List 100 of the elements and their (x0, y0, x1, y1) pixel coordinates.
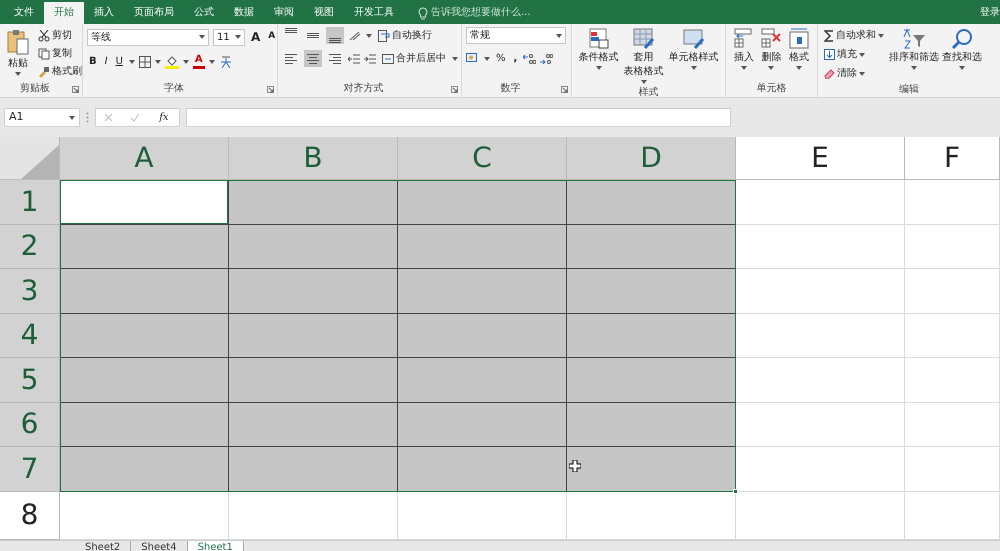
menu-tab[interactable]: 开始 (44, 2, 84, 24)
column-header[interactable]: C (398, 137, 567, 180)
row-header[interactable]: 6 (0, 402, 60, 447)
bold-button[interactable]: B (87, 53, 99, 70)
merge-center-button[interactable]: 合并后居中 (380, 50, 448, 67)
caret-icon[interactable] (911, 66, 917, 70)
percent-button[interactable]: % (494, 50, 508, 67)
currency-icon[interactable] (466, 52, 480, 64)
dialog-launcher-icon[interactable] (451, 86, 458, 93)
center-align-button[interactable] (304, 50, 322, 67)
table-cell[interactable] (398, 358, 567, 402)
caret-icon[interactable] (796, 66, 802, 70)
caret-icon[interactable] (740, 66, 747, 70)
table-cell[interactable] (398, 447, 567, 492)
sheet-tab[interactable]: Sheet2 (75, 540, 132, 550)
table-cell[interactable] (229, 358, 398, 402)
row-header[interactable]: 8 (0, 492, 60, 540)
table-cell[interactable] (229, 224, 398, 269)
table-style-button[interactable]: 套用 表格格式 (622, 27, 666, 85)
table-cell[interactable] (229, 447, 398, 492)
font-name-dropdown[interactable]: 等线 (87, 28, 209, 46)
caret-icon[interactable] (154, 60, 161, 64)
font-size-dropdown[interactable]: 11 (213, 28, 245, 46)
autosum-button[interactable]: 自动求和 (822, 27, 886, 44)
menu-tab[interactable]: 视图 (304, 2, 344, 24)
column-header[interactable]: E (736, 137, 905, 180)
row-header[interactable]: 2 (0, 224, 60, 269)
underline-button[interactable]: U (114, 53, 125, 70)
caret-icon[interactable] (959, 66, 965, 70)
increase-indent-icon[interactable] (364, 52, 376, 64)
caret-icon[interactable] (452, 56, 458, 60)
dialog-launcher-icon[interactable] (561, 86, 568, 93)
comma-button[interactable]: , (512, 50, 520, 67)
number-format-dropdown[interactable]: 常规 (466, 27, 566, 44)
table-cell[interactable] (60, 447, 229, 492)
table-cell[interactable] (229, 402, 398, 447)
conditional-style-button[interactable]: 条件格式 (576, 27, 620, 85)
italic-button[interactable]: I (102, 53, 110, 70)
sort-filter-button[interactable]: 排序和筛选 (887, 27, 941, 82)
phonetic-guide-icon[interactable] (218, 54, 233, 68)
table-cell[interactable] (60, 314, 229, 358)
fill-button[interactable]: 填充 (822, 46, 886, 63)
table-cell[interactable] (398, 314, 567, 358)
column-header[interactable]: D (567, 137, 736, 180)
menu-tab[interactable]: 页面布局 (124, 2, 184, 24)
column-header[interactable]: F (905, 137, 1000, 180)
cellstyle-style-button[interactable]: 单元格样式 (666, 27, 720, 85)
borders-icon[interactable] (138, 56, 151, 68)
find-select-button[interactable]: 查找和选 (942, 27, 982, 82)
orientation-icon[interactable] (348, 30, 362, 42)
formula-input[interactable] (186, 108, 731, 127)
table-cell[interactable] (567, 314, 736, 358)
format-painter-button[interactable]: 格式刷 (36, 63, 84, 80)
table-cell[interactable] (398, 180, 567, 224)
caret-icon[interactable] (208, 60, 215, 64)
font-color-button[interactable]: A (192, 54, 205, 69)
row-header[interactable]: 3 (0, 269, 60, 314)
decrease-decimal-icon[interactable] (540, 52, 554, 64)
sheet-tab[interactable]: Sheet1 (188, 540, 244, 550)
caret-icon[interactable] (596, 66, 602, 70)
grow-font-button[interactable]: A (249, 27, 262, 47)
column-header[interactable]: B (229, 137, 398, 180)
decrease-indent-icon[interactable] (348, 52, 360, 64)
caret-icon[interactable] (878, 34, 884, 38)
caret-icon[interactable] (235, 35, 241, 39)
dialog-launcher-icon[interactable] (72, 86, 79, 93)
caret-icon[interactable] (640, 80, 646, 84)
caret-icon[interactable] (69, 116, 75, 120)
menu-tab[interactable]: 数据 (224, 2, 264, 24)
row-header[interactable]: 1 (0, 180, 60, 224)
table-cell[interactable] (60, 269, 229, 314)
bottom-align-button[interactable] (326, 27, 344, 44)
wrap-text-button[interactable]: 自动换行 (376, 27, 434, 44)
caret-icon[interactable] (199, 35, 205, 39)
name-box[interactable]: A1 (4, 108, 80, 127)
table-cell[interactable] (229, 180, 398, 224)
caret-icon[interactable] (366, 34, 372, 38)
dialog-launcher-icon[interactable] (267, 86, 274, 93)
table-cell[interactable] (567, 358, 736, 402)
table-cell[interactable] (60, 224, 229, 269)
fill-handle[interactable] (733, 488, 738, 494)
check-icon[interactable] (130, 113, 140, 122)
menu-tab[interactable]: 审阅 (264, 2, 304, 24)
caret-icon[interactable] (484, 56, 490, 60)
column-header[interactable]: A (60, 137, 229, 180)
insert-function-button[interactable]: fx (157, 109, 171, 126)
table-cell[interactable] (229, 269, 398, 314)
menu-tab[interactable]: 开发工具 (344, 2, 404, 24)
active-cell[interactable] (60, 180, 229, 224)
menu-tab[interactable]: 文件 (4, 2, 44, 24)
paste-button[interactable]: 粘贴 (4, 27, 32, 81)
row-header[interactable]: 4 (0, 314, 60, 358)
table-cell[interactable] (398, 402, 567, 447)
fill-bucket-icon[interactable] (164, 54, 179, 68)
table-cell[interactable] (567, 180, 736, 224)
caret-icon[interactable] (182, 60, 189, 64)
row-header[interactable]: 7 (0, 447, 60, 492)
increase-decimal-icon[interactable] (523, 52, 536, 64)
table-cell[interactable] (60, 402, 229, 447)
clear-button[interactable]: 清除 (822, 65, 886, 82)
